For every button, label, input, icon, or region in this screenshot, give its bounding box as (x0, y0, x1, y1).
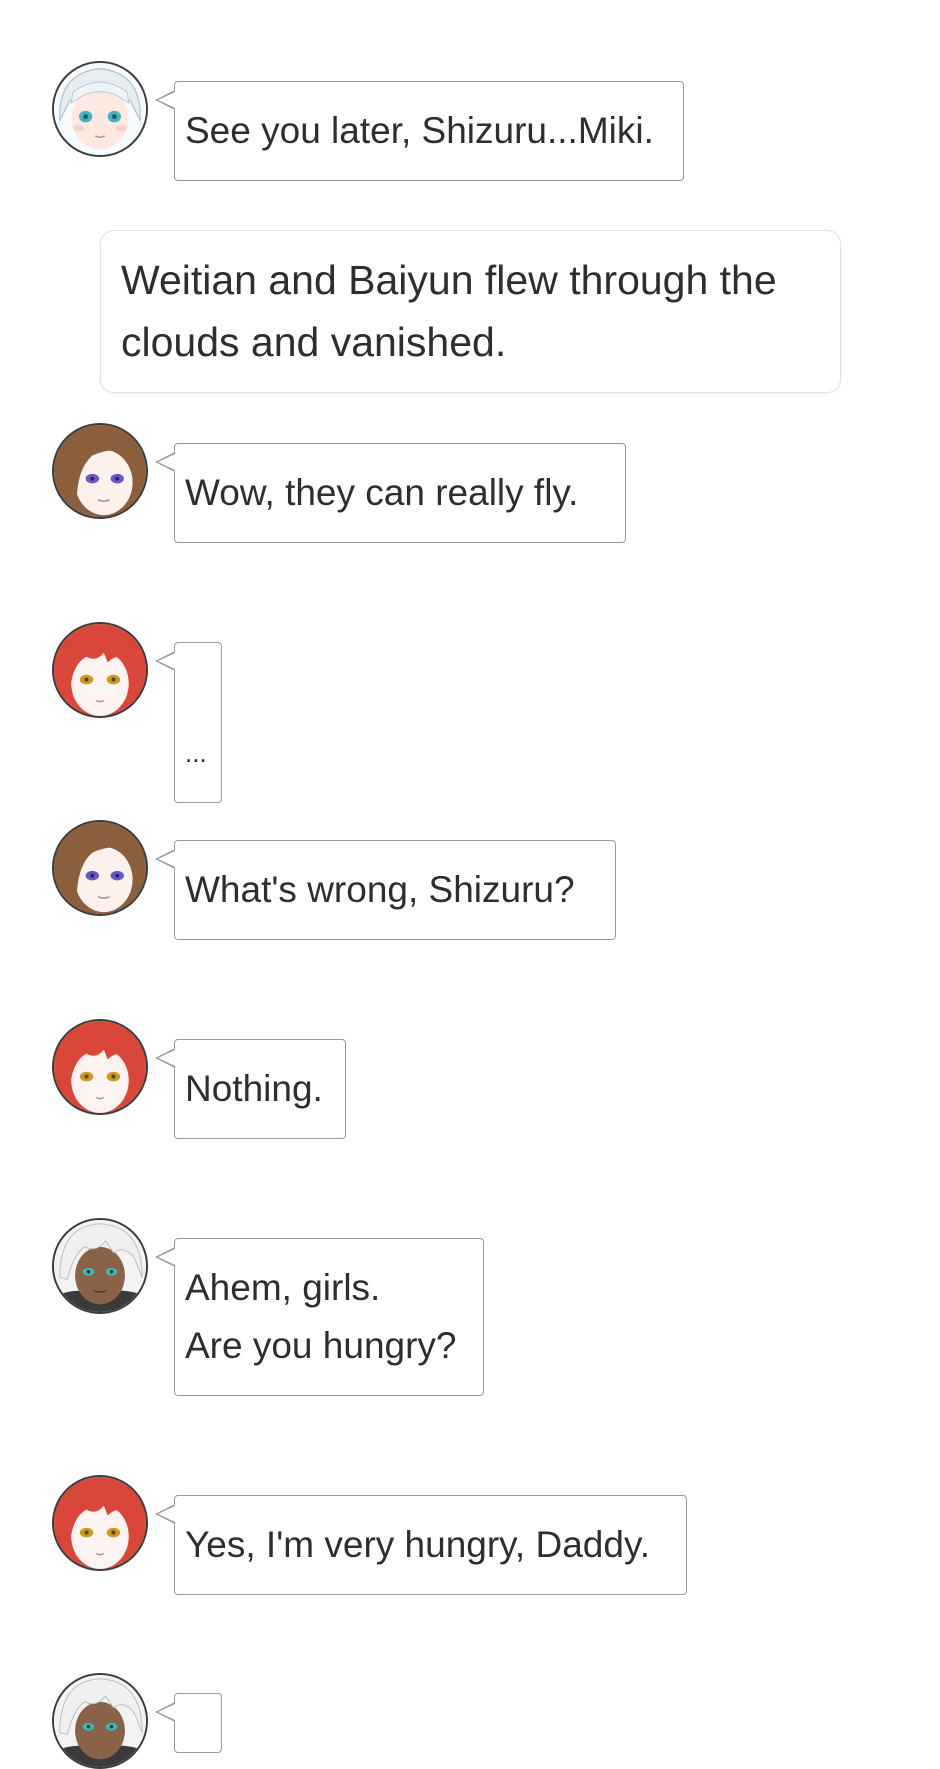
message-bubble: ... (155, 642, 222, 803)
white-haired-man-avatar[interactable] (52, 1673, 148, 1769)
white-haired-man-avatar[interactable] (52, 1218, 148, 1314)
white-haired-man-icon (54, 1675, 146, 1767)
red-haired-girl-icon (54, 624, 146, 716)
message-bubble: See you later, Shizuru...Miki. (155, 81, 684, 181)
red-haired-girl-icon (54, 1021, 146, 1113)
narration-box: Weitian and Baiyun flew through the clou… (100, 230, 841, 393)
message-bubble: Ahem, girls. Are you hungry? (155, 1238, 484, 1396)
red-haired-girl-avatar[interactable] (52, 1475, 148, 1571)
brown-haired-girl-icon (54, 822, 146, 914)
red-haired-girl-avatar[interactable] (52, 622, 148, 718)
red-haired-girl-avatar[interactable] (52, 1019, 148, 1115)
red-haired-girl-icon (54, 1477, 146, 1569)
brown-haired-girl-avatar[interactable] (52, 820, 148, 916)
brown-haired-girl-avatar[interactable] (52, 423, 148, 519)
message-text: ... (185, 738, 207, 768)
message-bubble (155, 1693, 222, 1753)
message-bubble: Yes, I'm very hungry, Daddy. (155, 1495, 687, 1595)
message-bubble: Nothing. (155, 1039, 346, 1139)
message-bubble: What's wrong, Shizuru? (155, 840, 616, 940)
silver-haired-girl-icon (54, 63, 146, 155)
message-bubble: Wow, they can really fly. (155, 443, 626, 543)
white-haired-man-icon (54, 1220, 146, 1312)
silver-haired-girl-avatar[interactable] (52, 61, 148, 157)
brown-haired-girl-icon (54, 425, 146, 517)
